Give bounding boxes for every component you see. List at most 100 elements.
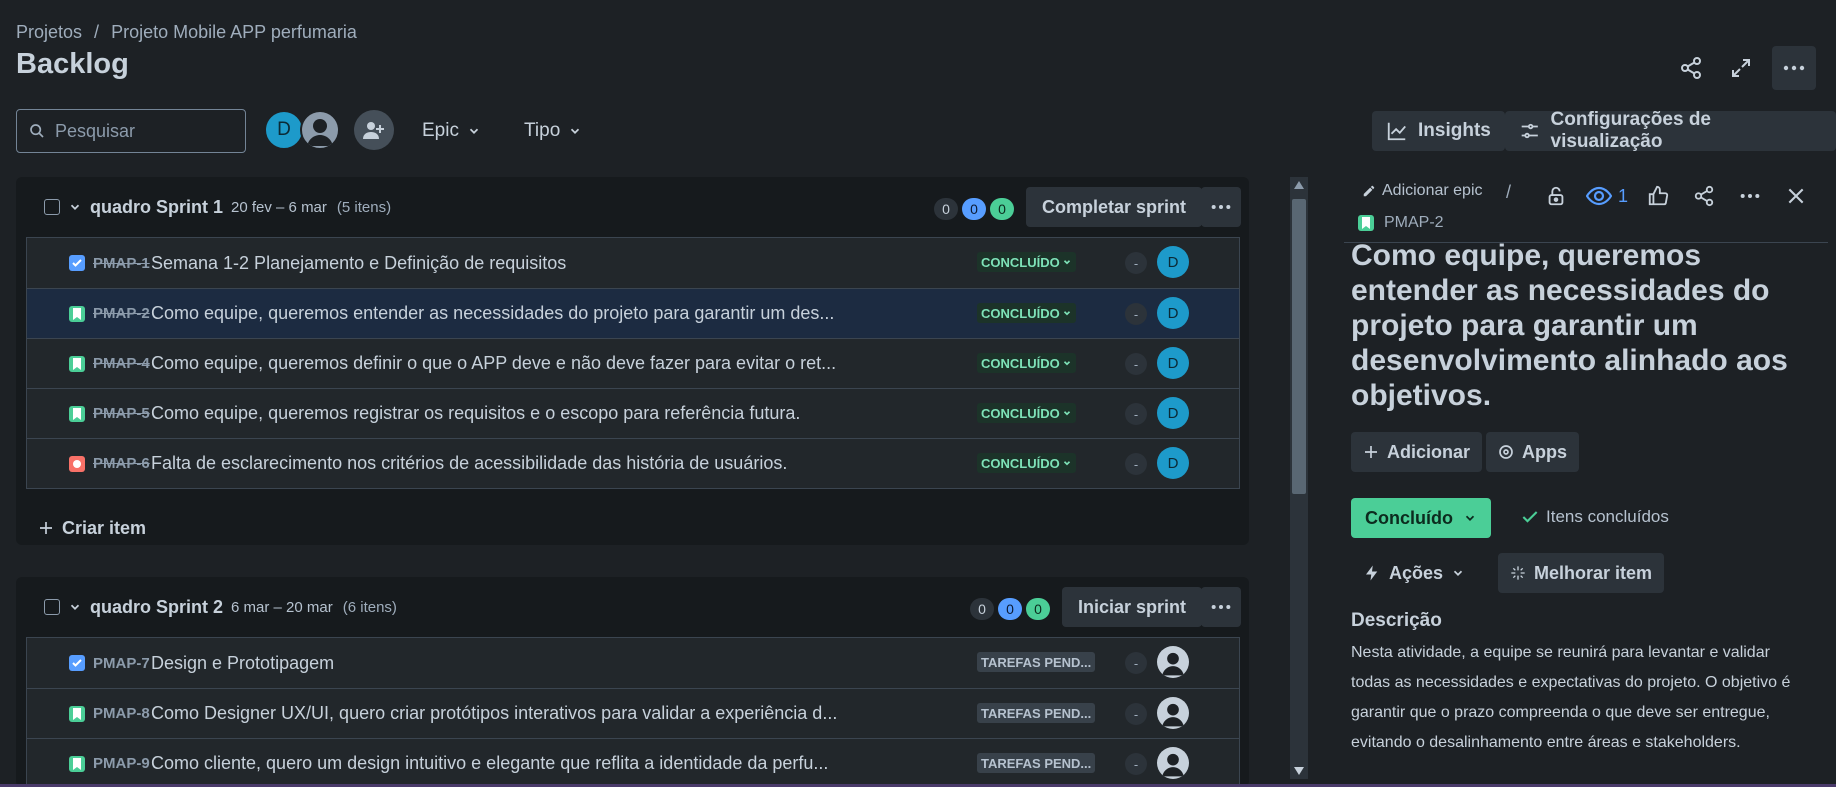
avatar-user-generic[interactable]	[300, 110, 340, 150]
status-badge[interactable]: TAREFAS PEND...	[977, 753, 1096, 773]
chevron-down-icon[interactable]	[68, 200, 82, 214]
search-box[interactable]	[16, 109, 246, 153]
detail-more-button[interactable]	[1734, 180, 1766, 212]
close-panel-button[interactable]	[1780, 180, 1812, 212]
status-badge[interactable]: CONCLUÍDO	[977, 353, 1076, 373]
table-row[interactable]: PMAP-8 Como Designer UX/UI, quero criar …	[27, 688, 1239, 738]
issue-key[interactable]: PMAP-7	[93, 655, 151, 672]
issue-title[interactable]: Como equipe, queremos entender as necess…	[1351, 238, 1821, 413]
type-filter[interactable]: Tipo	[524, 120, 582, 142]
table-row[interactable]: PMAP-9 Como cliente, quero um design int…	[27, 738, 1239, 787]
issue-summary[interactable]: Falta de esclarecimento nos critérios de…	[151, 453, 787, 474]
story-points[interactable]: -	[1125, 403, 1147, 425]
watch-button[interactable]: 1	[1586, 180, 1628, 212]
issue-summary[interactable]: Como cliente, quero um design intuitivo …	[151, 753, 828, 774]
issue-key[interactable]: PMAP-8	[93, 705, 151, 722]
share-button[interactable]	[1672, 49, 1710, 87]
story-type-icon	[69, 355, 85, 372]
restrict-button[interactable]	[1540, 180, 1572, 212]
create-item-button[interactable]: Criar item	[16, 489, 1249, 549]
scroll-up-arrow-icon[interactable]	[1294, 181, 1304, 189]
page-more-button[interactable]	[1772, 46, 1816, 90]
story-points[interactable]: -	[1125, 252, 1147, 274]
story-points[interactable]: -	[1125, 353, 1147, 375]
complete-sprint-button[interactable]: Completar sprint	[1026, 187, 1203, 227]
issue-key[interactable]: PMAP-4	[93, 355, 151, 372]
lightning-icon	[1366, 565, 1378, 581]
epic-filter[interactable]: Epic	[422, 120, 481, 142]
improve-item-button[interactable]: Melhorar item	[1498, 553, 1665, 593]
issue-summary[interactable]: Como equipe, queremos registrar os requi…	[151, 403, 800, 424]
table-row[interactable]: PMAP-5 Como equipe, queremos registrar o…	[27, 388, 1239, 438]
story-type-icon	[69, 405, 85, 422]
issue-key[interactable]: PMAP-2	[93, 305, 151, 322]
assignee-avatar[interactable]: D	[1157, 297, 1189, 329]
description-text[interactable]: Nesta atividade, a equipe se reunirá par…	[1351, 638, 1801, 758]
issue-key[interactable]: PMAP-1	[93, 255, 151, 272]
sprint-2-header[interactable]: quadro Sprint 2 6 mar – 20 mar (6 itens)…	[16, 577, 1249, 637]
table-row[interactable]: PMAP-7 Design e Prototipagem TAREFAS PEN…	[27, 638, 1239, 688]
avatar-user-d[interactable]: D	[264, 110, 304, 150]
scroll-down-arrow-icon[interactable]	[1294, 767, 1304, 775]
status-badge[interactable]: CONCLUÍDO	[977, 453, 1076, 473]
search-input[interactable]	[55, 120, 225, 142]
assignee-avatar-unassigned[interactable]	[1157, 697, 1189, 729]
table-row[interactable]: PMAP-4 Como equipe, queremos definir o q…	[27, 338, 1239, 388]
status-badge[interactable]: CONCLUÍDO	[977, 252, 1076, 272]
table-row[interactable]: PMAP-2 Como equipe, queremos entender as…	[27, 288, 1239, 338]
backlog-scrollbar[interactable]	[1290, 177, 1308, 779]
sprint-1-more-button[interactable]	[1201, 187, 1241, 227]
add-people-button[interactable]	[354, 110, 394, 150]
story-points[interactable]: -	[1125, 703, 1147, 725]
sprint-2-items: PMAP-7 Design e Prototipagem TAREFAS PEN…	[26, 637, 1240, 787]
fullscreen-button[interactable]	[1722, 49, 1760, 87]
assignee-avatar[interactable]: D	[1157, 397, 1189, 429]
detail-actions: 1	[1540, 180, 1812, 212]
breadcrumb-projects-link[interactable]: Projetos	[16, 22, 82, 43]
status-badge[interactable]: TAREFAS PEND...	[977, 703, 1096, 723]
actions-button[interactable]: Ações	[1351, 553, 1477, 593]
issue-key[interactable]: PMAP-9	[93, 755, 151, 772]
add-button[interactable]: Adicionar	[1351, 432, 1483, 472]
vote-button[interactable]	[1642, 180, 1674, 212]
sprint-1-header[interactable]: quadro Sprint 1 20 fev – 6 mar (5 itens)…	[16, 177, 1249, 237]
sprint-1-dates: 20 fev – 6 mar	[231, 198, 327, 216]
sprint-2-checkbox[interactable]	[44, 599, 60, 615]
breadcrumb-project-link[interactable]: Projeto Mobile APP perfumaria	[111, 22, 357, 43]
story-points[interactable]: -	[1125, 753, 1147, 775]
issue-summary[interactable]: Como equipe, queremos definir o que o AP…	[151, 353, 836, 374]
issue-key-link[interactable]: PMAP-2	[1358, 214, 1444, 232]
story-points[interactable]: -	[1125, 303, 1147, 325]
assignee-avatar-unassigned[interactable]	[1157, 747, 1189, 779]
sprint-2-more-button[interactable]	[1201, 587, 1241, 627]
issue-key[interactable]: PMAP-5	[93, 405, 151, 422]
scrollbar-thumb[interactable]	[1292, 199, 1306, 494]
story-points[interactable]: -	[1125, 652, 1147, 674]
issue-summary[interactable]: Como Designer UX/UI, quero criar protóti…	[151, 703, 837, 724]
sprint-1-checkbox[interactable]	[44, 199, 60, 215]
bug-type-icon	[69, 455, 85, 472]
table-row[interactable]: PMAP-6 Falta de esclarecimento nos crité…	[27, 438, 1239, 488]
status-badge[interactable]: CONCLUÍDO	[977, 403, 1076, 423]
status-dropdown[interactable]: Concluído	[1351, 498, 1491, 538]
epic-filter-label: Epic	[422, 120, 459, 141]
assignee-avatar[interactable]: D	[1157, 447, 1189, 479]
issue-summary[interactable]: Design e Prototipagem	[151, 653, 334, 674]
status-badge[interactable]: TAREFAS PEND...	[977, 652, 1096, 672]
table-row[interactable]: PMAP-1 Semana 1-2 Planejamento e Definiç…	[27, 238, 1239, 288]
chevron-down-icon[interactable]	[68, 600, 82, 614]
apps-button[interactable]: Apps	[1486, 432, 1579, 472]
view-settings-button[interactable]: Configurações de visualização	[1505, 109, 1836, 152]
insights-button[interactable]: Insights	[1372, 111, 1505, 151]
issue-summary[interactable]: Semana 1-2 Planejamento e Definição de r…	[151, 253, 566, 274]
assignee-avatar[interactable]: D	[1157, 347, 1189, 379]
story-points[interactable]: -	[1125, 453, 1147, 475]
assignee-avatar[interactable]: D	[1157, 246, 1189, 278]
start-sprint-button[interactable]: Iniciar sprint	[1062, 587, 1203, 627]
issue-summary[interactable]: Como equipe, queremos entender as necess…	[151, 303, 834, 324]
status-badge[interactable]: CONCLUÍDO	[977, 303, 1076, 323]
detail-share-button[interactable]	[1688, 180, 1720, 212]
assignee-avatar-unassigned[interactable]	[1157, 646, 1189, 678]
add-epic-link[interactable]: Adicionar epic	[1362, 182, 1483, 200]
issue-key[interactable]: PMAP-6	[93, 455, 151, 472]
